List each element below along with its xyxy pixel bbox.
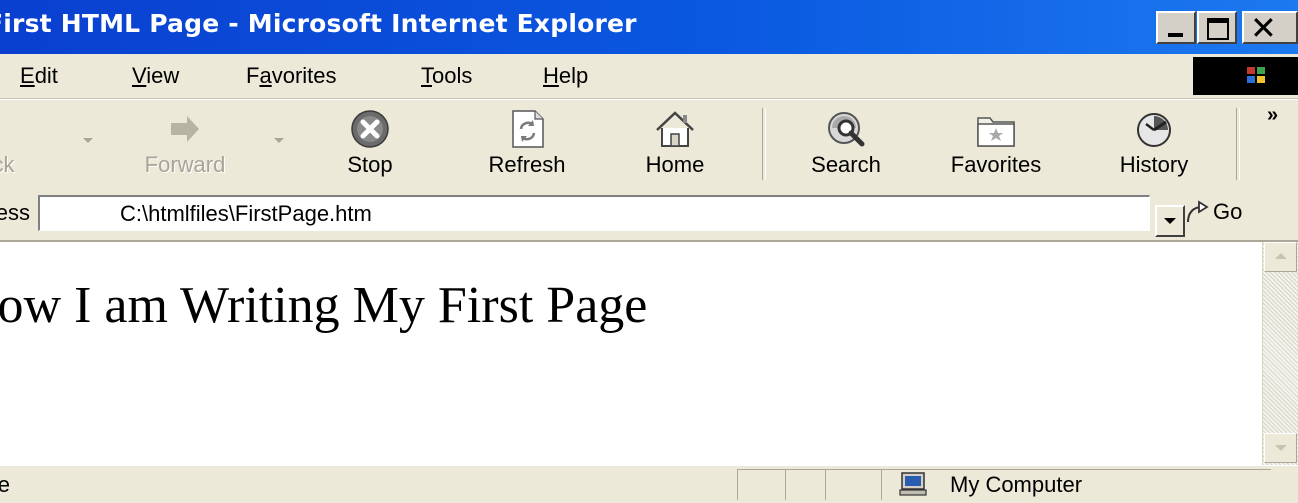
stop-button[interactable]: Stop — [325, 100, 415, 188]
status-pane — [825, 469, 881, 500]
search-icon — [828, 112, 865, 147]
address-dropdown-button[interactable] — [1155, 205, 1185, 237]
page-content: Now I am Writing My First Page — [0, 242, 1262, 465]
status-text: Done — [0, 472, 10, 497]
window-title: First HTML Page - Microsoft Internet Exp… — [0, 9, 637, 38]
scroll-down-button[interactable] — [1264, 433, 1297, 463]
forward-arrow-icon — [171, 116, 199, 142]
stop-label: Stop — [347, 152, 393, 177]
maximize-button[interactable] — [1197, 11, 1237, 44]
menu-tools[interactable]: Tools — [421, 63, 472, 89]
address-bar: Address C:\htmlfiles\FirstPage.htm Go — [0, 188, 1298, 242]
address-input[interactable]: C:\htmlfiles\FirstPage.htm — [120, 201, 372, 227]
menu-tools-label: Tools — [421, 63, 473, 88]
menu-bar: Edit View Favorites Tools Help — [0, 54, 1298, 99]
forward-dropdown-icon[interactable] — [274, 138, 284, 143]
menu-edit[interactable]: Edit — [20, 63, 58, 89]
menu-favorites[interactable]: Favorites — [246, 63, 337, 89]
back-arrow-icon — [0, 108, 12, 150]
address-field[interactable]: C:\htmlfiles\FirstPage.htm — [38, 195, 1185, 237]
menu-edit-label: Edit — [20, 63, 58, 88]
search-button[interactable]: Search — [790, 100, 902, 188]
menu-favorites-label: Favorites — [246, 63, 337, 88]
page-heading: Now I am Writing My First Page — [0, 277, 648, 334]
windows-logo-icon — [1247, 67, 1265, 83]
menu-view[interactable]: View — [132, 63, 179, 89]
vertical-scrollbar[interactable] — [1262, 242, 1298, 465]
close-button[interactable]: ✕ — [1242, 9, 1298, 47]
forward-label: Forward — [144, 152, 226, 177]
status-bar: Done My Computer — [0, 465, 1298, 503]
address-label: Address — [0, 200, 30, 225]
go-label: Go — [1213, 199, 1243, 224]
home-icon — [656, 111, 694, 147]
title-bar[interactable]: First HTML Page - Microsoft Internet Exp… — [0, 0, 1298, 54]
forward-button[interactable]: Forward — [120, 100, 250, 188]
minimize-button[interactable] — [1156, 11, 1196, 44]
favorites-label: Favorites — [950, 152, 1042, 177]
my-computer-icon — [899, 472, 927, 496]
refresh-icon — [512, 110, 544, 148]
status-pane — [737, 469, 785, 500]
back-label: Back — [0, 152, 15, 177]
menu-help-label: Help — [543, 63, 589, 88]
history-label: History — [1119, 152, 1189, 177]
history-icon — [1137, 113, 1171, 147]
standard-toolbar: Back Forward Stop Refresh — [0, 99, 1298, 189]
go-arrow-icon — [1187, 200, 1209, 223]
status-pane — [785, 469, 825, 500]
favorites-button[interactable]: Favorites — [932, 100, 1060, 188]
back-button[interactable]: Back — [0, 100, 50, 188]
history-button[interactable]: History — [1098, 100, 1210, 188]
scroll-up-button[interactable] — [1264, 242, 1297, 272]
search-label: Search — [811, 152, 881, 177]
home-button[interactable]: Home — [630, 100, 720, 188]
toolbar-separator — [762, 108, 766, 180]
ie-throbber — [1193, 57, 1298, 95]
zone-label: My Computer — [950, 472, 1083, 497]
close-icon: ✕ — [1250, 9, 1277, 47]
stop-icon — [351, 110, 389, 148]
refresh-label: Refresh — [488, 152, 566, 177]
menu-view-label: View — [132, 63, 180, 88]
toolbar-overflow-icon[interactable]: » — [1267, 104, 1278, 127]
refresh-button[interactable]: Refresh — [466, 100, 588, 188]
toolbar-separator — [1236, 108, 1240, 180]
home-label: Home — [645, 152, 705, 177]
back-dropdown-icon[interactable] — [83, 138, 93, 143]
favorites-folder-icon — [977, 117, 1015, 147]
menu-help[interactable]: Help — [543, 63, 588, 89]
